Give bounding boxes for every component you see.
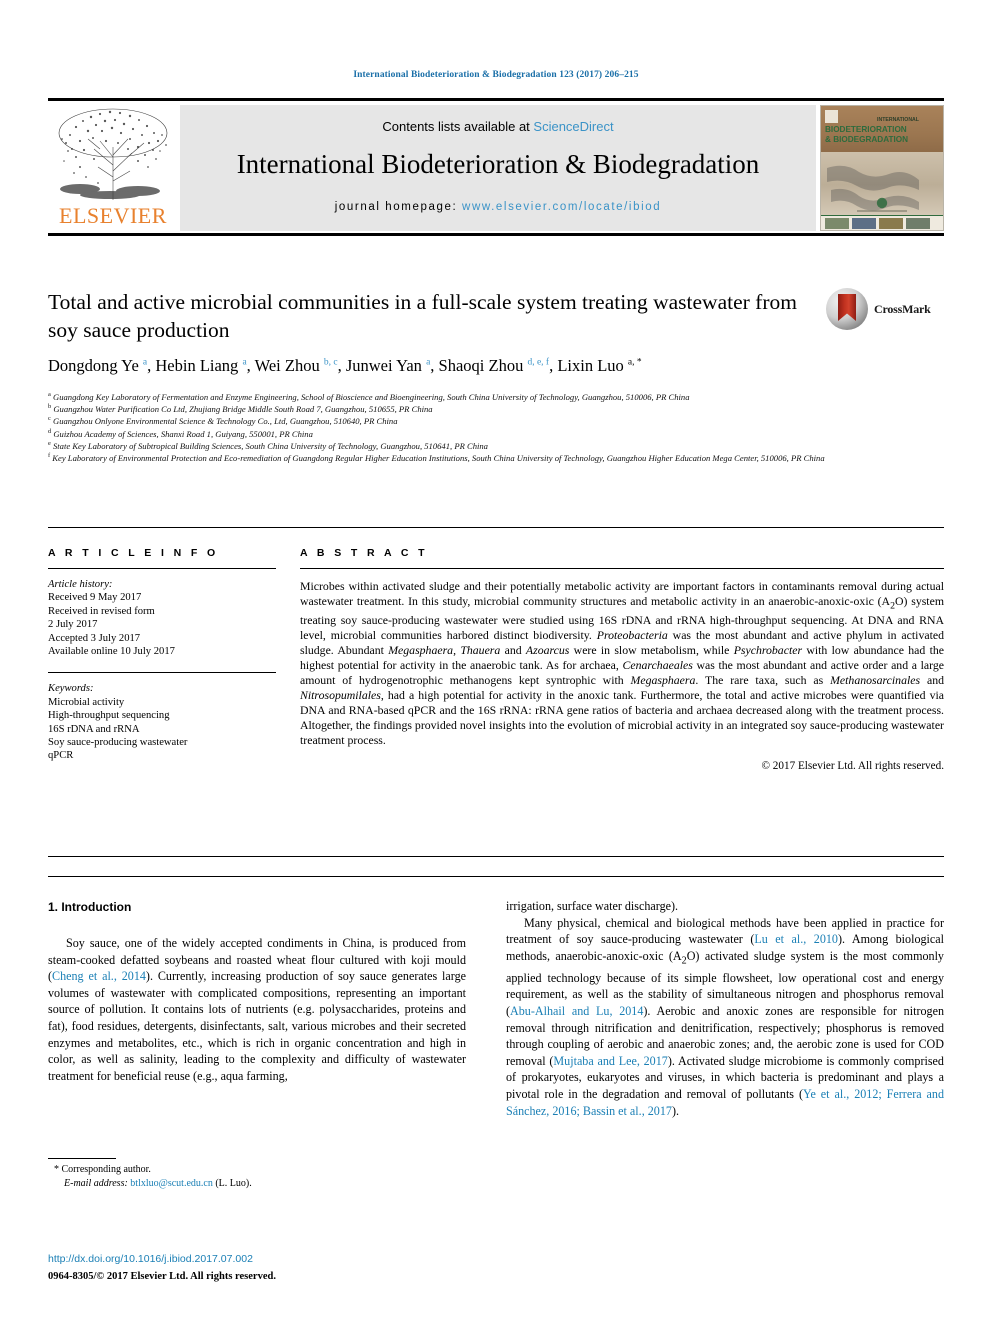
homepage-prefix: journal homepage: — [334, 201, 463, 213]
keyword-item: Soy sauce-producing wastewater — [48, 737, 188, 749]
article-history-block: Article history: Received 9 May 2017 Rece… — [48, 578, 276, 658]
affiliation-marker: c — [48, 415, 51, 423]
email-owner: (L. Luo). — [215, 1177, 252, 1189]
article-history-item: Received 9 May 2017 — [48, 592, 142, 604]
affiliation-marker: f — [48, 452, 51, 460]
article-history-item: Received in revised form — [48, 605, 155, 617]
footnote-rule — [48, 1158, 116, 1159]
elsevier-tree-icon — [58, 108, 168, 200]
journal-masthead: ELSEVIER Contents lists available at Sci… — [48, 98, 944, 238]
elsevier-logo[interactable]: ELSEVIER — [48, 105, 178, 231]
keywords-items: Microbial activity High-throughput sequen… — [48, 696, 276, 763]
affiliation-item: f Key Laboratory of Environmental Protec… — [48, 452, 825, 464]
abstract-column: A B S T R A C T Microbes within activate… — [300, 547, 944, 772]
email-line: E-mail address: btlxluo@scut.edu.cn (L. … — [54, 1177, 474, 1191]
abstract-rule — [300, 568, 944, 569]
keywords-rule — [48, 672, 276, 674]
svg-text:& BIODEGRADATION: & BIODEGRADATION — [825, 135, 908, 144]
keyword-item: High-throughput sequencing — [48, 710, 170, 722]
sciencedirect-link[interactable]: ScienceDirect — [533, 119, 613, 134]
crossmark-label: CrossMark — [874, 302, 931, 316]
masthead-top-rule — [48, 98, 944, 101]
keywords-label: Keywords: — [48, 683, 94, 695]
info-top-rule — [48, 527, 944, 528]
journal-cover-image: INTERNATIONAL BIODETERIORATION & BIODEGR… — [821, 106, 943, 230]
svg-text:INTERNATIONAL: INTERNATIONAL — [877, 117, 920, 123]
keywords-block: Keywords: Microbial activity High-through… — [48, 682, 276, 762]
journal-homepage-line: journal homepage: www.elsevier.com/locat… — [180, 201, 816, 213]
affiliation-marker: a — [48, 391, 51, 399]
corresponding-author-text: Corresponding author. — [61, 1164, 151, 1175]
keyword-item: 16S rDNA and rRNA — [48, 723, 140, 735]
keyword-item: qPCR — [48, 750, 74, 762]
masthead-bottom-rule — [48, 233, 944, 236]
author-list: Dongdong Ye a, Hebin Liang a, Wei Zhou b… — [48, 356, 642, 375]
article-info-column: A R T I C L E I N F O Article history: R… — [48, 547, 276, 763]
crossmark-logo[interactable]: CrossMark — [826, 288, 944, 332]
journal-cover-thumbnail[interactable]: INTERNATIONAL BIODETERIORATION & BIODEGR… — [820, 105, 944, 231]
article-history-label: Article history: — [48, 579, 113, 590]
email-link[interactable]: btlxluo@scut.edu.cn — [130, 1178, 213, 1189]
info-bottom-rule — [48, 856, 944, 857]
email-label: E-mail address: — [64, 1177, 128, 1189]
corresponding-author-marker: * — [54, 1164, 59, 1175]
affiliation-marker: d — [48, 427, 52, 435]
running-head: International Biodeterioration & Biodegr… — [353, 70, 639, 80]
body-column-left: Soy sauce, one of the widely accepted co… — [48, 936, 466, 1083]
doi-link[interactable]: http://dx.doi.org/10.1016/j.ibiod.2017.0… — [48, 1253, 253, 1265]
body-column-right: irrigation, surface water discharge). Man… — [506, 899, 945, 1118]
affiliation-marker: b — [48, 403, 52, 411]
affiliation-item: d Guizhou Academy of Sciences, Shanxi Ro… — [48, 427, 313, 439]
abstract-copyright: © 2017 Elsevier Ltd. All rights reserved… — [761, 760, 945, 773]
article-history-item: Available online 10 July 2017 — [48, 646, 175, 658]
affiliation-item: a Guangdong Key Laboratory of Fermentati… — [48, 391, 690, 402]
affiliation-item: b Guangzhou Water Purification Co Ltd, Z… — [48, 403, 433, 415]
issn-copyright-line: 0964-8305/© 2017 Elsevier Ltd. All right… — [48, 1271, 276, 1282]
introduction-heading: 1. Introduction — [48, 900, 132, 914]
contents-available-line: Contents lists available at ScienceDirec… — [180, 119, 816, 134]
contents-prefix: Contents lists available at — [382, 119, 534, 134]
section-end-rule — [48, 876, 944, 877]
affiliation-marker: e — [48, 439, 51, 447]
article-info-heading: A R T I C L E I N F O — [48, 547, 219, 559]
crossmark-circle-icon — [826, 288, 868, 330]
corresponding-author-line: * Corresponding author. — [54, 1163, 474, 1177]
article-first-page: International Biodeterioration & Biodegr… — [0, 0, 992, 1323]
affiliation-list: a Guangdong Key Laboratory of Fermentati… — [48, 391, 888, 464]
corresponding-author-footnote: * Corresponding author. E-mail address: … — [54, 1163, 474, 1190]
elsevier-wordmark: ELSEVIER — [59, 203, 167, 228]
affiliation-item: e State Key Laboratory of Subtropical Bu… — [48, 439, 488, 451]
article-history-items: Received 9 May 2017 Received in revised f… — [48, 591, 276, 658]
journal-homepage-link[interactable]: www.elsevier.com/locate/ibiod — [462, 201, 661, 213]
journal-title: International Biodeterioration & Biodegr… — [236, 149, 760, 179]
keyword-item: Microbial activity — [48, 696, 125, 708]
abstract-text: Microbes within activated sludge and the… — [300, 579, 945, 748]
crossmark-ribbon-icon — [838, 294, 856, 321]
article-history-item: 2 July 2017 — [48, 619, 98, 631]
article-history-item: Accepted 3 July 2017 — [48, 632, 141, 644]
article-info-rule — [48, 568, 276, 569]
svg-text:BIODETERIORATION: BIODETERIORATION — [825, 125, 907, 134]
masthead-center-band: Contents lists available at ScienceDirec… — [180, 105, 816, 231]
affiliation-item: c Guangzhou Onlyone Environmental Scienc… — [48, 415, 398, 427]
abstract-heading: A B S T R A C T — [300, 547, 428, 559]
page-title: Total and active microbial communities i… — [48, 290, 797, 342]
